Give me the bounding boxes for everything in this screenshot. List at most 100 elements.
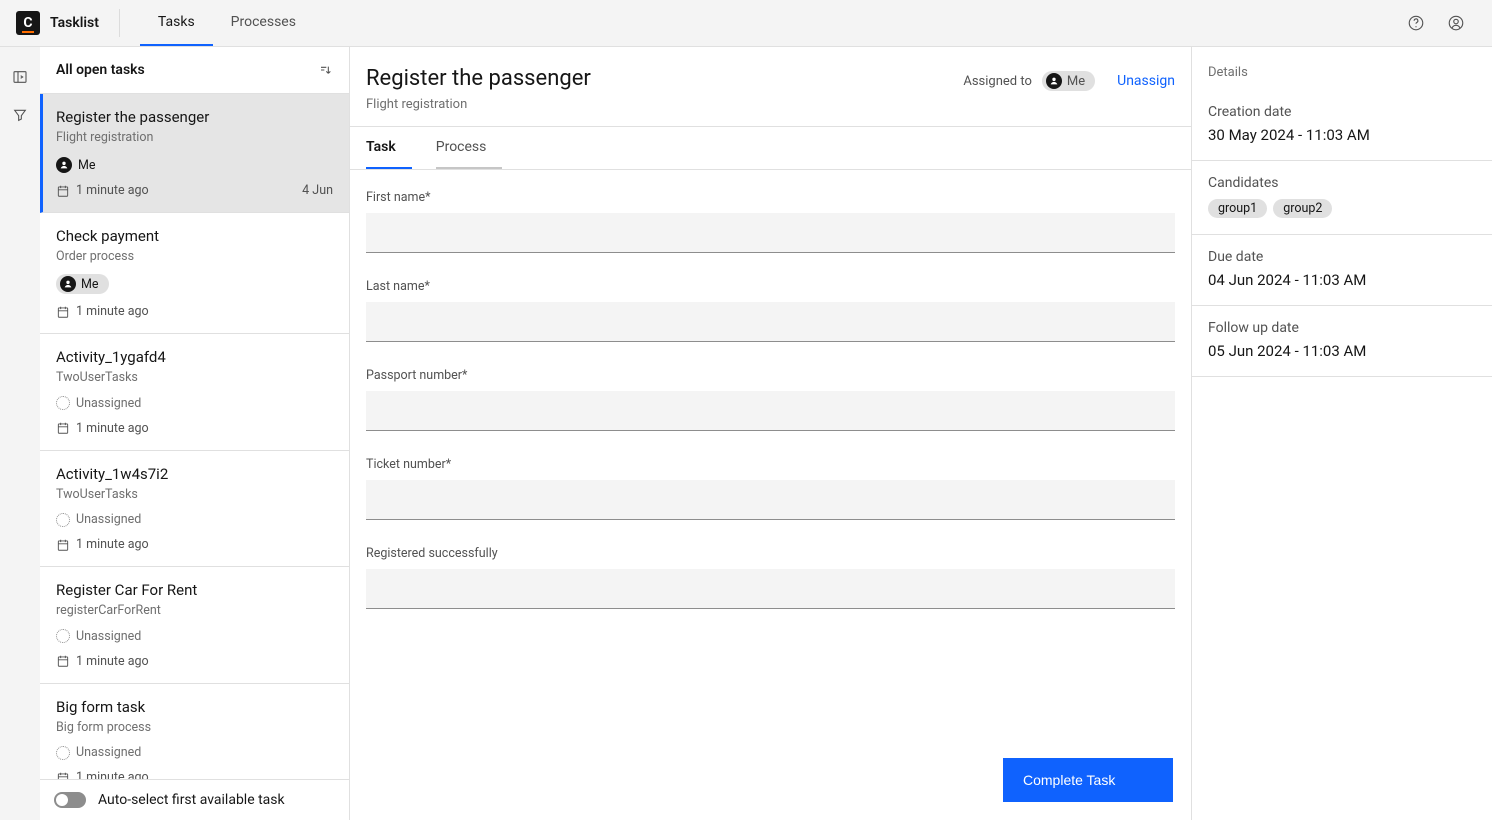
sub-tab-task[interactable]: Task (366, 127, 412, 169)
complete-task-button[interactable]: Complete Task (1003, 758, 1173, 802)
task-item-age: 1 minute ago (76, 770, 149, 779)
task-item-process: Flight registration (56, 130, 333, 145)
form-field: First name* (366, 190, 1175, 253)
task-item[interactable]: Activity_1w4s7i2 TwoUserTasks Unassigned… (40, 451, 349, 568)
avatar-icon (56, 157, 72, 173)
task-assignee-name: Unassigned (76, 629, 141, 644)
task-item-age: 1 minute ago (76, 304, 149, 319)
unassigned-icon (56, 746, 70, 760)
task-assignee-name: Unassigned (76, 396, 141, 411)
expand-panel-icon[interactable] (12, 69, 28, 85)
task-item-title: Check payment (56, 227, 333, 245)
unassigned-icon (56, 629, 70, 643)
task-list-heading: All open tasks (56, 62, 145, 78)
field-input[interactable] (366, 391, 1175, 431)
task-item[interactable]: Check payment Order process Me 1 minute … (40, 213, 349, 334)
task-item-age: 1 minute ago (76, 421, 149, 436)
detail-followup-label: Follow up date (1208, 320, 1476, 336)
task-item-age: 1 minute ago (76, 537, 149, 552)
task-item-meta: 1 minute ago (56, 654, 333, 669)
task-item-age: 1 minute ago (76, 183, 149, 198)
tab-tasks[interactable]: Tasks (140, 0, 213, 46)
task-item-meta: 1 minute ago (56, 304, 333, 319)
detail-due-value: 04 Jun 2024 - 11:03 AM (1208, 271, 1476, 289)
calendar-icon (56, 654, 70, 668)
task-assignee: Unassigned (56, 629, 141, 644)
task-assignee: Me (56, 157, 96, 173)
main-header: Register the passenger Flight registrati… (350, 47, 1191, 127)
task-item-age: 1 minute ago (76, 654, 149, 669)
field-label: Passport number* (366, 368, 1175, 383)
help-icon[interactable] (1396, 3, 1436, 43)
main-panel: Register the passenger Flight registrati… (350, 47, 1192, 820)
sort-icon[interactable] (317, 62, 333, 78)
task-item-process: registerCarForRent (56, 603, 333, 618)
task-assignee: Unassigned (56, 512, 141, 527)
detail-creation: Creation date 30 May 2024 - 11:03 AM (1192, 90, 1492, 161)
assignee-pill: Me (1042, 71, 1095, 91)
brand-logo-icon: C (16, 11, 40, 35)
task-assignee-name: Unassigned (76, 512, 141, 527)
avatar-icon (60, 276, 76, 292)
task-item-meta: 1 minute ago (56, 770, 333, 779)
task-assignee: Unassigned (56, 396, 141, 411)
filter-icon[interactable] (12, 107, 28, 123)
detail-followup-value: 05 Jun 2024 - 11:03 AM (1208, 342, 1476, 360)
auto-select-toggle[interactable] (54, 792, 86, 808)
task-assignee-name: Me (81, 277, 99, 292)
field-input[interactable] (366, 480, 1175, 520)
details-panel: Details Creation date 30 May 2024 - 11:0… (1192, 47, 1492, 820)
unassign-button[interactable]: Unassign (1117, 73, 1175, 89)
detail-creation-value: 30 May 2024 - 11:03 AM (1208, 126, 1476, 144)
task-list-panel: All open tasks Register the passenger Fl… (40, 47, 350, 820)
user-icon[interactable] (1436, 3, 1476, 43)
task-assignee: Me (56, 274, 109, 294)
calendar-icon (56, 771, 70, 780)
candidate-chip: group1 (1208, 199, 1267, 218)
task-item-due: 4 Jun (302, 183, 333, 198)
sub-tab-process[interactable]: Process (436, 127, 503, 169)
field-label: First name* (366, 190, 1175, 205)
form-field: Passport number* (366, 368, 1175, 431)
field-input[interactable] (366, 302, 1175, 342)
task-item[interactable]: Register Car For Rent registerCarForRent… (40, 567, 349, 684)
task-item-process: Big form process (56, 720, 333, 735)
assigned-label: Assigned to (963, 74, 1032, 89)
detail-followup: Follow up date 05 Jun 2024 - 11:03 AM (1192, 306, 1492, 377)
avatar-icon (1046, 73, 1062, 89)
task-item-title: Activity_1w4s7i2 (56, 465, 333, 483)
task-item-title: Register the passenger (56, 108, 333, 126)
field-input[interactable] (366, 213, 1175, 253)
page-subtitle: Flight registration (366, 97, 591, 112)
calendar-icon (56, 421, 70, 435)
task-assignee: Unassigned (56, 745, 141, 760)
task-item[interactable]: Register the passenger Flight registrati… (40, 94, 349, 213)
page-title: Register the passenger (366, 65, 591, 93)
task-item-process: Order process (56, 249, 333, 264)
form-field: Last name* (366, 279, 1175, 342)
task-form: First name* Last name* Passport number* … (350, 170, 1191, 820)
field-label: Last name* (366, 279, 1175, 294)
task-item-title: Register Car For Rent (56, 581, 333, 599)
task-item[interactable]: Big form task Big form process Unassigne… (40, 684, 349, 780)
task-item-process: TwoUserTasks (56, 370, 333, 385)
field-label: Registered successfully (366, 546, 1175, 561)
calendar-icon (56, 184, 70, 198)
detail-candidates-values: group1 group2 (1208, 197, 1476, 218)
details-heading: Details (1192, 47, 1492, 90)
top-tabs: Tasks Processes (140, 0, 314, 46)
task-list-scroll[interactable]: Register the passenger Flight registrati… (40, 93, 349, 779)
auto-select-label: Auto-select first available task (98, 792, 285, 808)
detail-due: Due date 04 Jun 2024 - 11:03 AM (1192, 235, 1492, 306)
candidate-chip: group2 (1273, 199, 1332, 218)
task-list-header: All open tasks (40, 47, 349, 93)
task-item-meta: 1 minute ago 4 Jun (56, 183, 333, 198)
task-item-meta: 1 minute ago (56, 537, 333, 552)
tab-processes[interactable]: Processes (213, 0, 314, 46)
task-item-title: Big form task (56, 698, 333, 716)
sub-tabs: Task Process (350, 127, 1191, 170)
task-assignee-name: Me (78, 158, 96, 173)
task-item[interactable]: Activity_1ygafd4 TwoUserTasks Unassigned… (40, 334, 349, 451)
task-item-meta: 1 minute ago (56, 421, 333, 436)
field-input[interactable] (366, 569, 1175, 609)
